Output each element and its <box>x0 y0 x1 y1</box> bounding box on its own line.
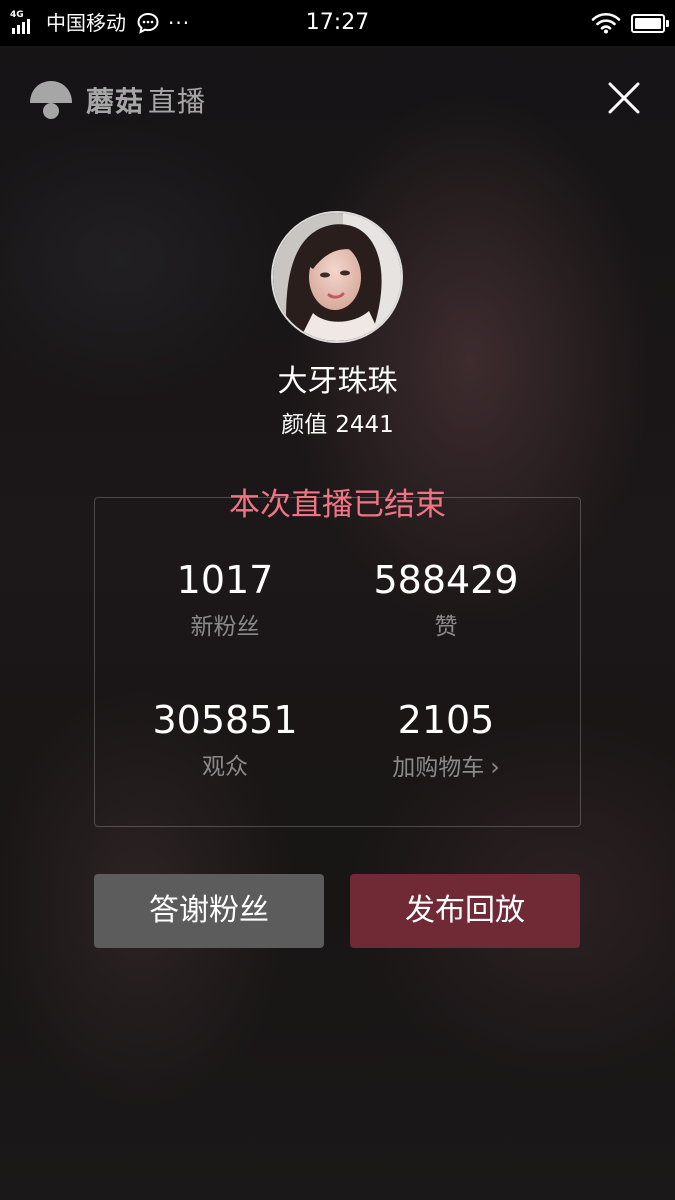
close-icon[interactable] <box>600 74 648 122</box>
avatar[interactable] <box>271 211 403 343</box>
brand-subtitle: 直播 <box>148 85 207 118</box>
brand-header: 蘑菇 直播 <box>28 76 206 124</box>
stat-likes: 588429 赞 <box>326 556 566 644</box>
stat-value: 1017 <box>176 558 274 602</box>
stat-viewers: 305851 观众 <box>105 696 345 784</box>
stat-label: 新粉丝 <box>190 614 260 640</box>
mushroom-logo-icon <box>30 81 72 119</box>
stat-value: 305851 <box>152 698 298 742</box>
stat-label: 赞 <box>434 614 458 640</box>
avatar-photo <box>273 213 401 341</box>
stat-label: 加购物车 <box>392 755 485 781</box>
streamer-name: 大牙珠珠 <box>277 364 398 399</box>
brand-name: 蘑菇 <box>86 85 145 118</box>
stream-ended-title: 本次直播已结束 <box>229 487 446 523</box>
beauty-score-label: 颜值 <box>281 412 328 438</box>
stat-label-row: 加购物车 › <box>326 750 566 785</box>
stat-value: 588429 <box>373 558 519 602</box>
status-bar-right <box>591 0 669 46</box>
beauty-score-value: 2441 <box>335 412 394 438</box>
chevron-right-icon: › <box>490 753 500 781</box>
stat-add-to-cart[interactable]: 2105 加购物车 › <box>326 696 566 785</box>
stream-ended-title-wrap: 本次直播已结束 <box>0 481 675 529</box>
stat-new-fans: 1017 新粉丝 <box>105 556 345 644</box>
status-clock: 17:27 <box>305 10 370 35</box>
battery-icon <box>631 13 669 33</box>
stat-value: 2105 <box>397 698 495 742</box>
beauty-score: 颜值 2441 <box>0 408 675 442</box>
wifi-icon <box>591 12 621 34</box>
publish-replay-button[interactable]: 发布回放 <box>350 874 580 948</box>
thank-fans-button[interactable]: 答谢粉丝 <box>94 874 324 948</box>
status-bar: 4G 中国移动 ··· 17:27 <box>0 0 675 46</box>
stat-label: 观众 <box>202 754 248 780</box>
